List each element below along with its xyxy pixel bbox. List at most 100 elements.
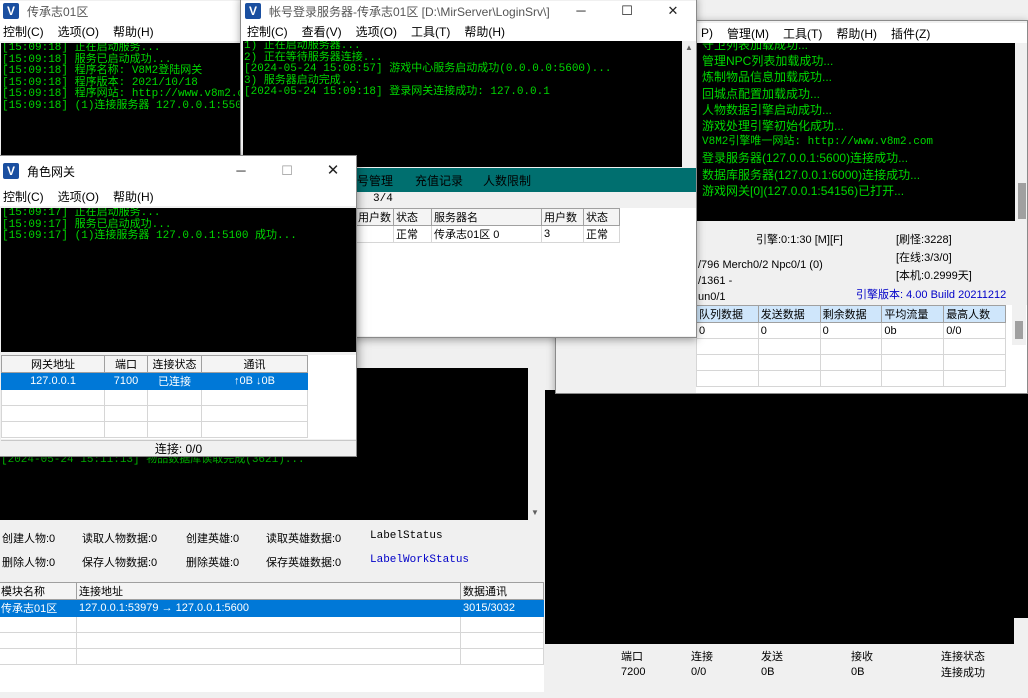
col-module-name[interactable]: 模块名称 — [0, 582, 77, 600]
close-icon[interactable]: ✕ — [650, 1, 696, 21]
menu-tools[interactable]: 工具(T) — [776, 25, 829, 42]
col-port[interactable]: 端口 — [104, 355, 148, 373]
m2-console-scrollbar[interactable] — [1015, 43, 1027, 221]
connection-count: 连接: 0/0 — [154, 442, 203, 456]
menu-help[interactable]: 帮助(H) — [106, 23, 161, 40]
maximize-icon[interactable]: ☐ — [264, 156, 310, 186]
log-line: [15:09:18] (1)连接服务器 127.0.0.1:5500 成 — [2, 99, 247, 112]
gateway-table-wrap: 端口 连接 发送 接收 连接状态 7200 0/0 0B 0B 连接成功 — [545, 644, 1028, 688]
col-sent[interactable]: 发送数据 — [757, 305, 821, 323]
gateway-table: 端口 连接 发送 接收 连接状态 7200 0/0 0B 0B 连接成功 — [619, 648, 1028, 680]
label-status: LabelStatus — [370, 530, 443, 542]
menu-tools[interactable]: 工具(T) — [404, 23, 457, 40]
col-server-name[interactable]: 服务器名 — [431, 208, 542, 226]
menu-control[interactable]: 控制(C) — [241, 23, 295, 40]
log-line: [15:09:17] 正在启动服务... — [2, 208, 161, 219]
log-line: 1) 正在启动服务器... — [244, 41, 361, 52]
account-login-titlebar[interactable]: V 帐号登录服务器-传承志01区 [D:\MirServer\LoginSrv\… — [241, 1, 696, 21]
info-line-2: /1361 - — [698, 275, 733, 287]
tab-recharge-records[interactable]: 充值记录 — [415, 172, 463, 189]
role-gateway-titlebar[interactable]: V 角色网关 ─ ☐ ✕ — [0, 156, 356, 186]
menu-options[interactable]: 选项(O) — [349, 23, 404, 40]
table-row[interactable] — [1, 389, 308, 406]
table-row[interactable] — [696, 370, 1006, 387]
role-gateway-console: [15:09:17] 正在启动服务... [15:09:17] 服务已启动成功.… — [1, 208, 356, 352]
table-row[interactable]: 127.0.0.1 7100 已连接 ↑0B ↓0B — [1, 372, 308, 390]
table-row[interactable]: 传承志01区 127.0.0.1:53979 → 127.0.0.1:5600 … — [0, 599, 544, 617]
col-status-2[interactable]: 状态 — [583, 208, 620, 226]
col-remain[interactable]: 剩余数据 — [819, 305, 883, 323]
gateway-console-scrollbar[interactable] — [1014, 618, 1028, 644]
menu-control[interactable]: 控制(C) — [0, 188, 51, 205]
log-line: V8M2引擎唯一网站: http://www.v8m2.com — [702, 136, 934, 149]
game-gateway-window: 端口 连接 发送 接收 连接状态 7200 0/0 0B 0B 连接成功 — [545, 390, 1028, 688]
table-row[interactable]: 7200 0/0 0B 0B 连接成功 — [619, 664, 1028, 680]
table-row[interactable]: 正常 传承志01区 0 3 正常 — [355, 225, 620, 243]
col-comm[interactable]: 通讯 — [201, 355, 308, 373]
table-row[interactable]: 0 0 0 0b 0/0 — [696, 322, 1006, 339]
col-connect-addr[interactable]: 连接地址 — [76, 582, 461, 600]
col-avg-flow[interactable]: 平均流量 — [881, 305, 945, 323]
info-line-3: un0/1 — [698, 291, 726, 303]
col-queue[interactable]: 队列数据 — [696, 305, 759, 323]
col-port[interactable]: 端口 — [619, 648, 689, 664]
scroll-up-arrow-icon[interactable]: ▲ — [682, 41, 696, 55]
col-max-users[interactable]: 最高人数 — [943, 305, 1006, 323]
table-row[interactable] — [1, 421, 308, 438]
login-gateway-titlebar[interactable]: V 传承志01区 — [0, 1, 247, 21]
log-line: [15:09:17] (1)连接服务器 127.0.0.1:5100 成功... — [2, 230, 297, 242]
scroll-down-arrow-icon[interactable]: ▼ — [528, 506, 542, 520]
menu-view[interactable]: 查看(V) — [295, 23, 349, 40]
minimize-icon[interactable]: ─ — [558, 1, 604, 21]
col-user-count-2[interactable]: 用户数 — [541, 208, 584, 226]
log-line: [15:09:18] 程序网站: http://www.v8m2.com — [2, 88, 247, 100]
account-console-scrollbar[interactable]: ▲ — [682, 41, 696, 167]
scroll-thumb[interactable] — [1018, 183, 1026, 219]
log-line: 游戏网关[0](127.0.0.1:54156)已打开... — [702, 183, 905, 198]
menu-help[interactable]: 帮助(H) — [106, 188, 161, 205]
col-data-comm[interactable]: 数据通讯 — [460, 582, 544, 600]
menu-control[interactable]: 控制(C) — [0, 23, 51, 40]
log-line: 登录服务器(127.0.0.1:5600)连接成功... — [702, 151, 909, 166]
m2-table-scrollbar[interactable] — [1012, 305, 1026, 345]
col-conn-state[interactable]: 连接状态 — [939, 648, 1028, 664]
col-gateway-addr[interactable]: 网关地址 — [1, 355, 105, 373]
col-conn[interactable]: 连接 — [689, 648, 759, 664]
menu-options[interactable]: 选项(O) — [51, 23, 106, 40]
m2-stats-table: 队列数据 发送数据 剩余数据 平均流量 最高人数 0 0 0 0b 0/0 — [696, 305, 1006, 387]
login-gateway-window: V 传承志01区 控制(C) 选项(O) 帮助(H) [15:09:18] 正在… — [0, 0, 248, 176]
window-controls: ─ ☐ ✕ — [218, 156, 356, 186]
tab-strip: 号管理 充值记录 人数限制 — [355, 168, 696, 192]
close-icon[interactable]: ✕ — [310, 156, 356, 186]
menu-help[interactable]: 帮助(H) — [457, 23, 512, 40]
col-status[interactable]: 状态 — [393, 208, 432, 226]
table-row[interactable] — [0, 616, 544, 633]
online-count: [在线:3/3/0] — [896, 252, 952, 264]
table-row[interactable] — [1, 405, 308, 422]
v8m2-logo-icon: V — [245, 3, 261, 19]
table-row[interactable] — [696, 338, 1006, 355]
db-console-scrollbar[interactable]: ▼ — [528, 368, 542, 520]
col-user-count[interactable]: 用户数 — [355, 208, 394, 226]
gateway-list-wrap: 网关地址 端口 连接状态 通讯 127.0.0.1 7100 已连接 ↑0B ↓… — [1, 355, 356, 439]
refresh-monsters: [刷怪:3228] — [896, 234, 952, 246]
col-conn-state[interactable]: 连接状态 — [147, 355, 202, 373]
menu-partial[interactable]: P) — [694, 26, 720, 40]
menu-plugin[interactable]: 插件(Z) — [884, 25, 937, 42]
table-row[interactable] — [0, 632, 544, 649]
log-line: [2024-05-24 15:09:18] 登录网关连接成功: 127.0.0.… — [244, 86, 550, 98]
col-recv[interactable]: 接收 — [849, 648, 939, 664]
menu-options[interactable]: 选项(O) — [51, 188, 106, 205]
table-row[interactable] — [696, 354, 1006, 371]
menu-manage[interactable]: 管理(M) — [720, 25, 776, 42]
account-login-menubar: 控制(C) 查看(V) 选项(O) 工具(T) 帮助(H) — [241, 21, 696, 41]
tab-user-limit[interactable]: 人数限制 — [483, 172, 531, 189]
menu-help[interactable]: 帮助(H) — [829, 25, 884, 42]
window-title: 传承志01区 — [27, 4, 89, 19]
minimize-icon[interactable]: ─ — [218, 156, 264, 186]
stat-save-char: 保存人物数据:0 — [82, 557, 158, 569]
tab-account-manage[interactable]: 号管理 — [357, 172, 393, 189]
maximize-icon[interactable]: ☐ — [604, 1, 650, 21]
col-send[interactable]: 发送 — [759, 648, 849, 664]
table-row[interactable] — [0, 648, 544, 665]
